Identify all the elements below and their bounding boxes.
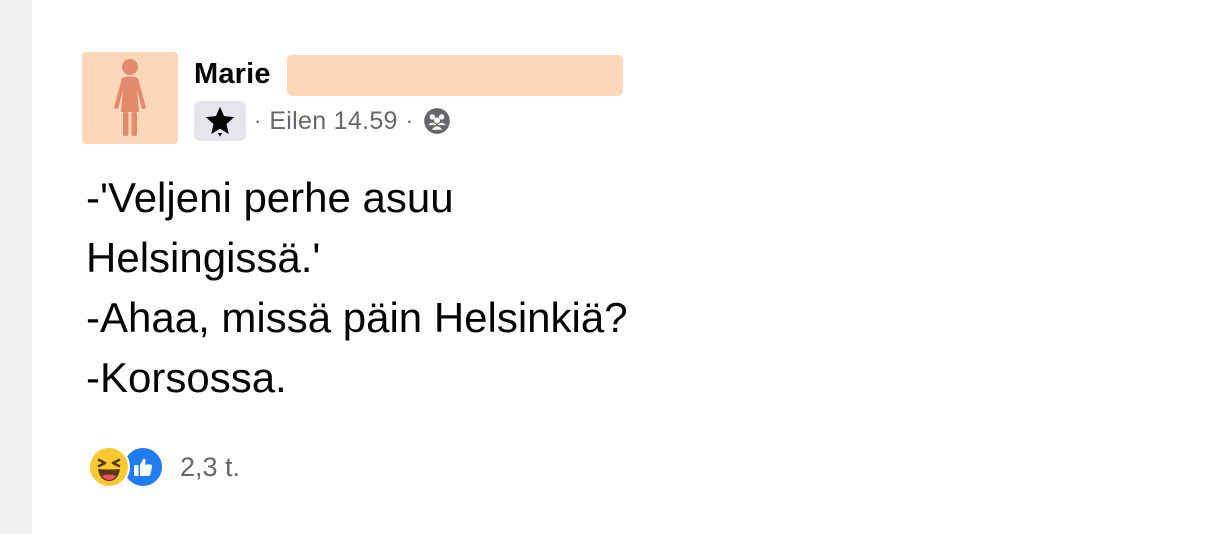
post-timestamp[interactable]: Eilen 14.59 <box>269 107 397 136</box>
post-card: Marie · Eilen 14.59 · -'Veljeni perhe as… <box>32 0 1210 534</box>
post-line: -Korsossa. <box>86 354 287 401</box>
post-meta: · Eilen 14.59 · <box>194 100 451 142</box>
haha-reaction-icon <box>88 446 130 488</box>
woman-figure-icon <box>114 59 146 136</box>
meta-separator: · <box>254 108 262 133</box>
author-name[interactable]: Marie <box>194 56 271 92</box>
meta-separator: · <box>405 108 414 133</box>
post-line: -Ahaa, missä päin Helsinkiä? <box>86 294 628 341</box>
avatar[interactable] <box>82 52 178 144</box>
reaction-count[interactable]: 2,3 t. <box>180 452 240 483</box>
left-gutter <box>0 0 32 534</box>
star-badge[interactable] <box>194 101 246 141</box>
post-body: -'Veljeni perhe asuu Helsingissä.' -Ahaa… <box>86 168 628 408</box>
name-redaction <box>287 55 623 96</box>
post-line: Helsingissä.' <box>86 234 321 281</box>
post-line: -'Veljeni perhe asuu <box>86 174 454 221</box>
audience-selector[interactable] <box>423 107 451 135</box>
star-badge-icon <box>205 106 235 137</box>
friends-audience-icon <box>424 108 450 134</box>
reactions-summary[interactable]: 2,3 t. <box>88 446 240 488</box>
